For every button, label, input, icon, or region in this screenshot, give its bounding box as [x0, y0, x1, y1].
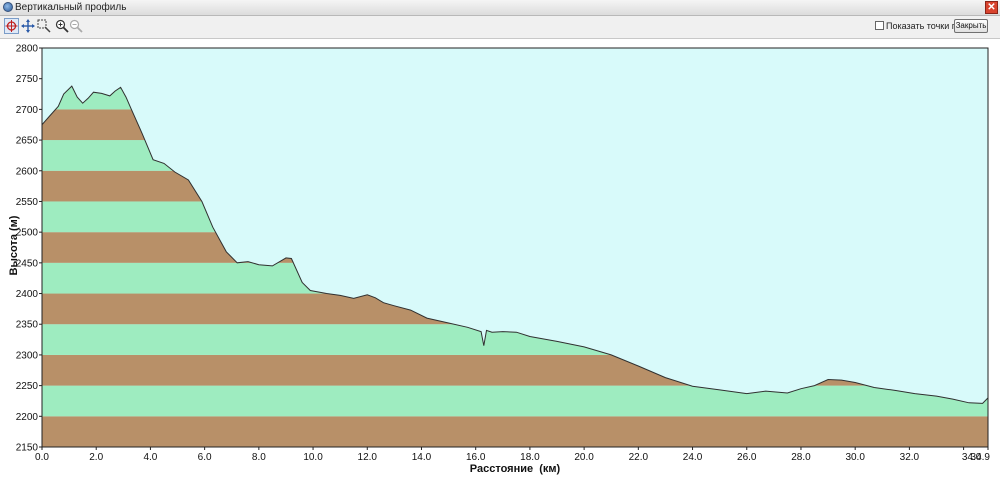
y-tick-label: 2750 — [16, 74, 39, 85]
y-tick-label: 2250 — [16, 381, 39, 392]
x-tick-label: 6.0 — [198, 452, 212, 463]
pan-icon[interactable] — [21, 19, 35, 33]
zoom-rect-icon[interactable] — [37, 19, 51, 33]
x-tick-label: 18.0 — [520, 452, 540, 463]
x-tick-label: 24.0 — [683, 452, 703, 463]
window-title: Вертикальный профиль — [15, 2, 127, 13]
x-tick-label: 0.0 — [35, 452, 49, 463]
y-tick-label: 2350 — [16, 320, 39, 331]
close-button[interactable]: Закрыть — [954, 19, 988, 33]
x-tick-label: 10.0 — [303, 452, 323, 463]
title-bar: Вертикальный профиль ✕ — [0, 0, 1000, 16]
x-tick-label: 32.0 — [900, 452, 920, 463]
show-points-checkbox[interactable] — [875, 21, 884, 30]
y-tick-label: 2600 — [16, 166, 39, 177]
x-axis-label: Расстояние (км) — [470, 463, 561, 475]
x-tick-label: 20.0 — [574, 452, 594, 463]
target-icon[interactable] — [4, 18, 19, 34]
y-tick-label: 2550 — [16, 197, 39, 208]
toolbar: Показать точки пути Закрыть — [0, 16, 1000, 39]
x-tick-label: 22.0 — [629, 452, 649, 463]
app-globe-icon — [3, 2, 13, 12]
y-tick-label: 2400 — [16, 289, 39, 300]
y-axis-label: Высота (м) — [8, 215, 20, 275]
elevation-band — [42, 385, 988, 417]
window-close-icon[interactable]: ✕ — [985, 1, 998, 14]
elevation-profile-chart[interactable]: 2800275027002650260025502500245024002350… — [0, 38, 1000, 483]
x-tick-label: 26.0 — [737, 452, 757, 463]
x-tick-label: 34.9 — [971, 452, 991, 463]
y-tick-label: 2650 — [16, 136, 39, 147]
y-tick-label: 2200 — [16, 412, 39, 423]
zoom-out-icon[interactable] — [69, 19, 83, 33]
zoom-in-icon[interactable] — [55, 19, 69, 33]
elevation-band — [42, 416, 988, 447]
x-tick-label: 4.0 — [143, 452, 157, 463]
x-tick-label: 30.0 — [845, 452, 865, 463]
x-tick-label: 12.0 — [358, 452, 378, 463]
x-tick-label: 2.0 — [89, 452, 103, 463]
x-tick-label: 16.0 — [466, 452, 486, 463]
y-tick-label: 2800 — [16, 44, 39, 55]
y-tick-label: 2700 — [16, 105, 39, 116]
y-tick-label: 2300 — [16, 350, 39, 361]
x-tick-label: 14.0 — [412, 452, 432, 463]
x-tick-label: 8.0 — [252, 452, 266, 463]
x-tick-label: 28.0 — [791, 452, 811, 463]
